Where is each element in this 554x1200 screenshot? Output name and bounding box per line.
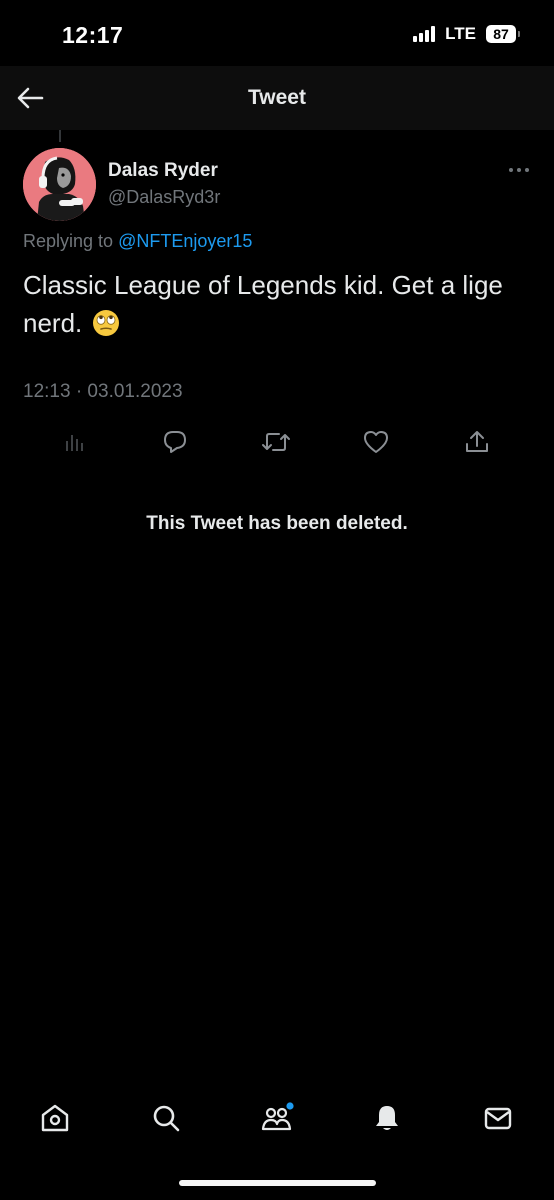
battery-icon: 87	[486, 25, 520, 43]
share-button[interactable]	[457, 422, 497, 462]
battery-level: 87	[493, 26, 509, 42]
reply-button[interactable]	[155, 422, 195, 462]
heart-icon	[364, 431, 388, 453]
notification-dot	[286, 1102, 294, 1110]
bottom-nav	[0, 1090, 554, 1146]
retweet-icon	[262, 433, 290, 451]
author-name[interactable]: Dalas Ryder	[108, 160, 218, 182]
signal-icon	[413, 26, 436, 42]
analytics-button[interactable]	[55, 422, 95, 462]
more-dots-icon	[509, 168, 529, 172]
bell-icon	[376, 1106, 398, 1130]
nav-notifications[interactable]	[367, 1098, 407, 1138]
home-icon	[41, 1104, 69, 1132]
tweet-detail-screen: 12:17 LTE 87 Tweet Dalas Ryder @DalasRyd…	[0, 0, 554, 1200]
thread-connector-line	[59, 130, 61, 142]
more-options-button[interactable]	[505, 160, 533, 180]
mail-icon	[484, 1107, 512, 1130]
nav-communities[interactable]	[257, 1098, 297, 1138]
nav-home[interactable]	[35, 1098, 75, 1138]
tweet-action-bar	[0, 422, 554, 462]
avatar-illustration	[23, 148, 96, 221]
deleted-tweet-notice: This Tweet has been deleted.	[146, 513, 408, 534]
page-title: Tweet	[248, 86, 306, 109]
reply-mention-link[interactable]: @NFTEnjoyer15	[118, 231, 252, 251]
avatar[interactable]	[23, 148, 96, 221]
tweet-body: Classic League of Legends kid. Get a lig…	[23, 266, 533, 347]
comment-icon	[164, 431, 186, 453]
status-time: 12:17	[62, 22, 124, 48]
retweet-button[interactable]	[256, 422, 296, 462]
reply-context: Replying to @NFTEnjoyer15	[23, 231, 252, 252]
bar-chart-icon	[66, 435, 83, 451]
search-icon	[153, 1105, 180, 1132]
tweet-timestamp: 12:13 · 03.01.2023	[23, 381, 183, 402]
status-bar: 12:17 LTE 87	[0, 0, 554, 66]
reply-prefix: Replying to	[23, 231, 114, 251]
home-indicator[interactable]	[179, 1180, 376, 1186]
author-handle[interactable]: @DalasRyd3r	[108, 187, 220, 208]
nav-search[interactable]	[146, 1098, 186, 1138]
eye-roll-emoji	[92, 309, 120, 347]
share-icon	[466, 431, 488, 452]
status-indicators: LTE 87	[413, 24, 520, 44]
top-app-bar: Tweet	[0, 66, 554, 130]
like-button[interactable]	[356, 422, 396, 462]
network-type: LTE	[445, 24, 476, 43]
nav-messages[interactable]	[478, 1098, 518, 1138]
communities-icon	[261, 1102, 294, 1131]
